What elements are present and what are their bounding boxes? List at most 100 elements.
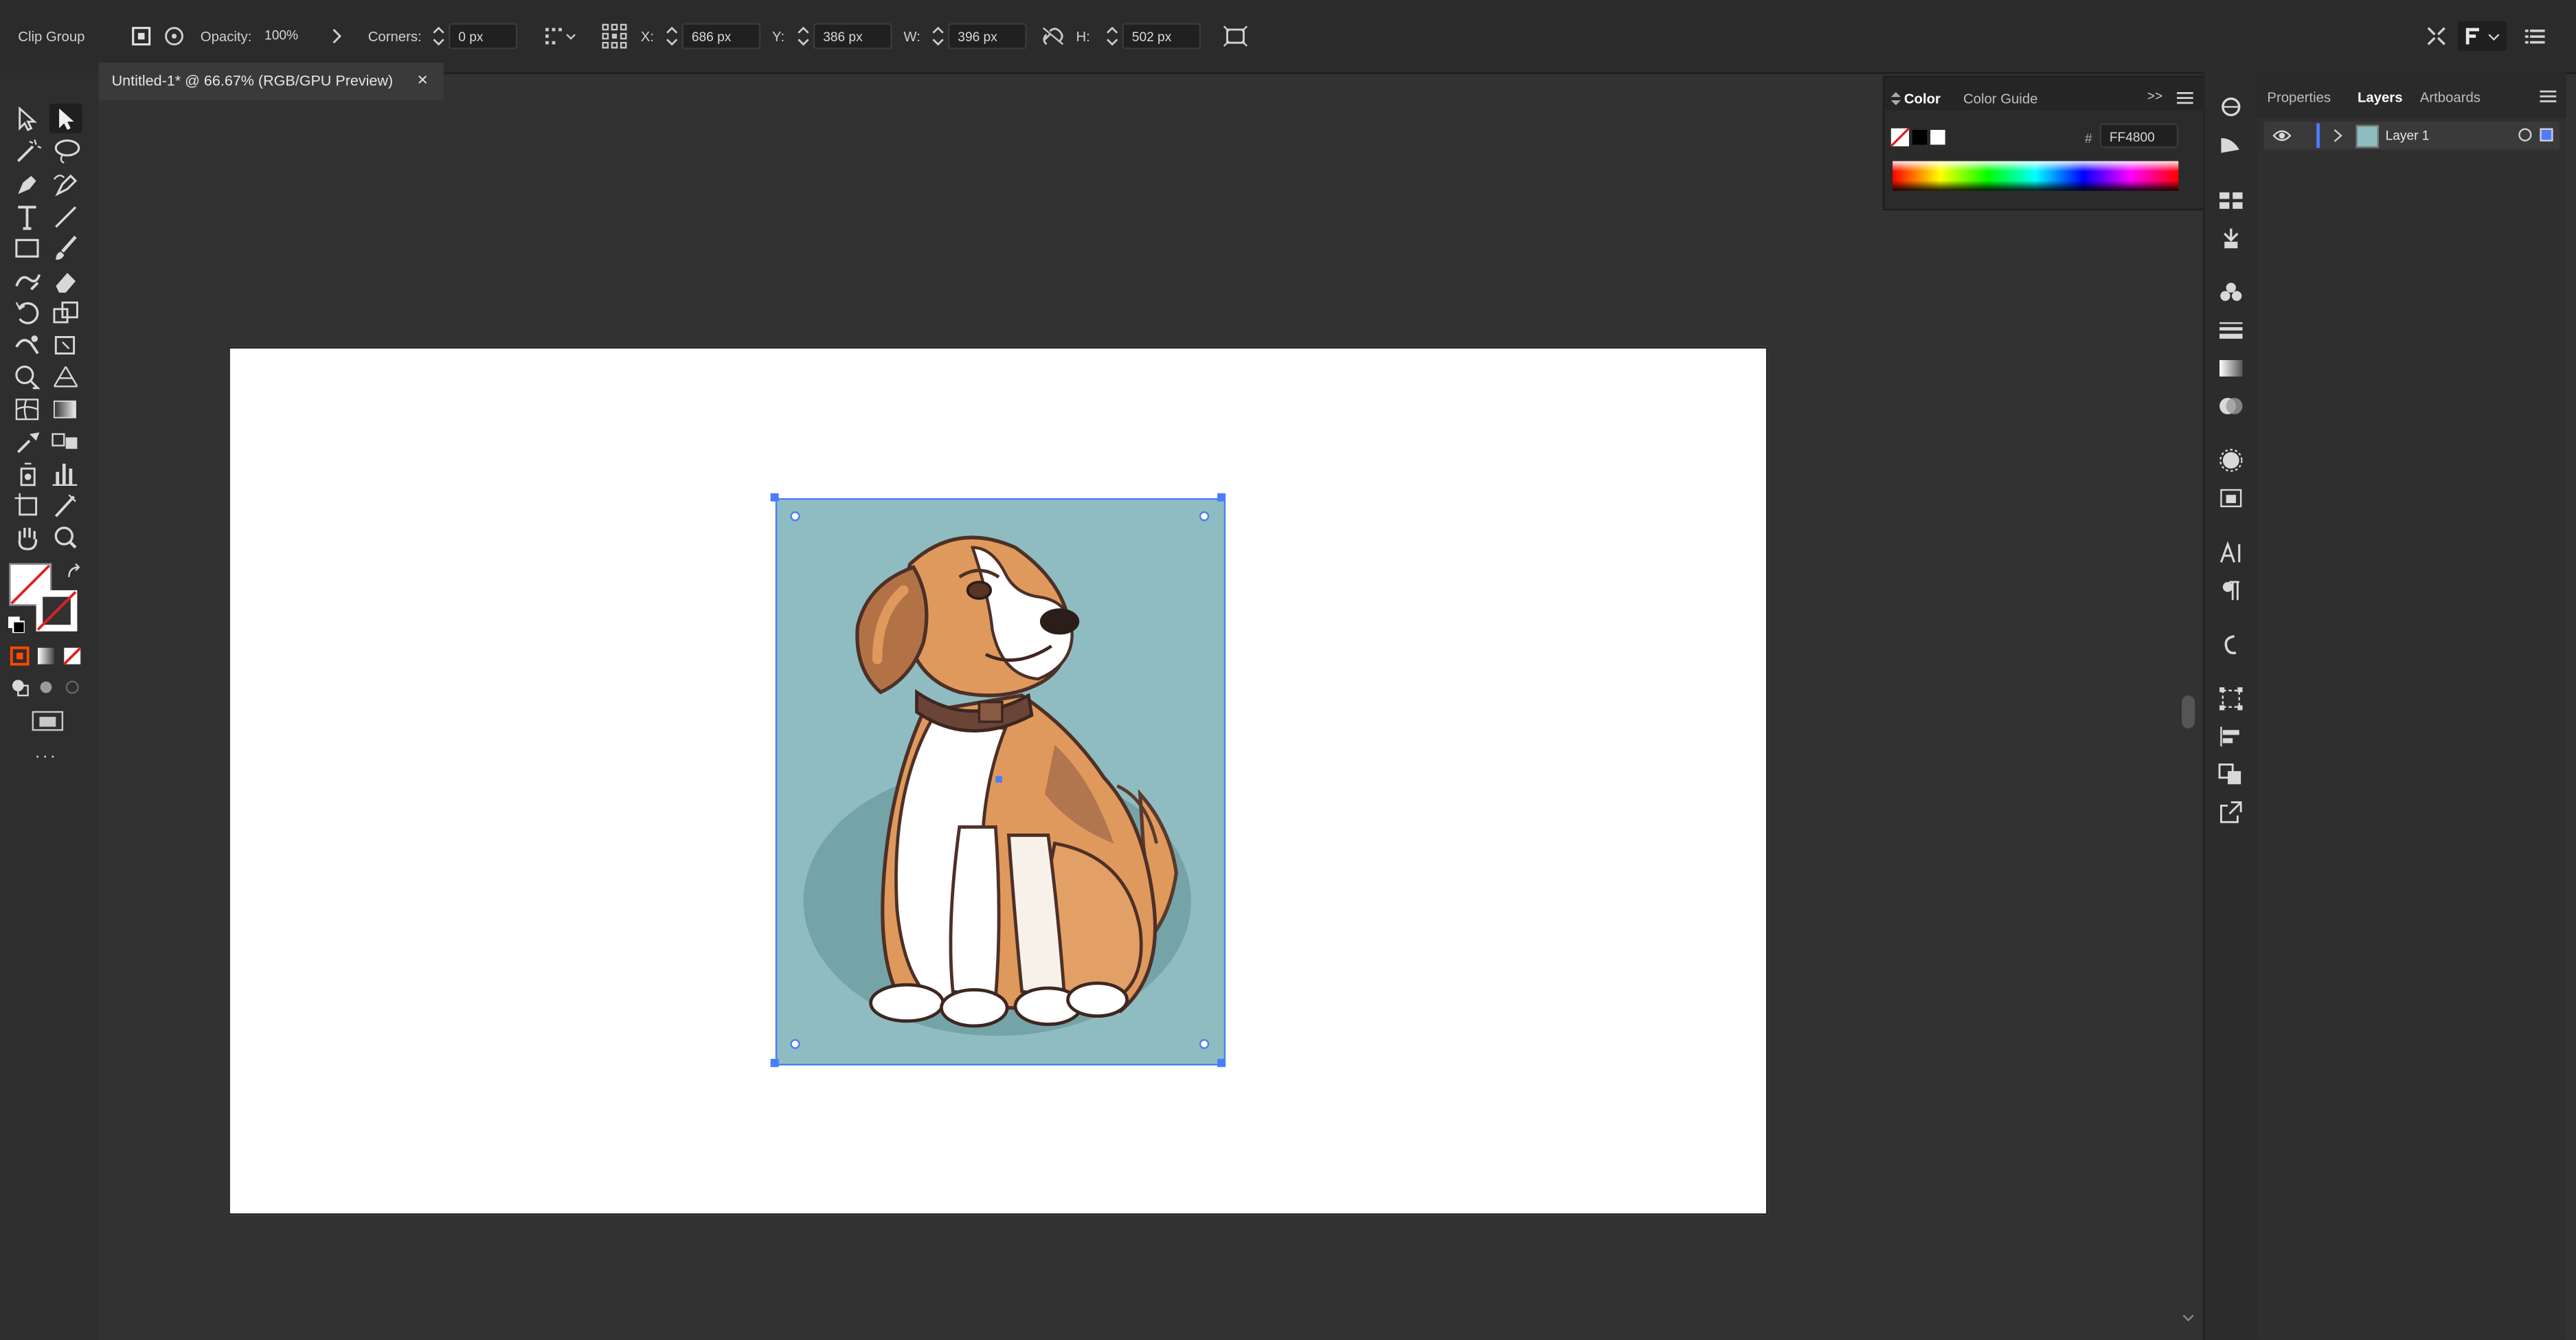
panel-menu-icon[interactable]	[2523, 25, 2546, 47]
fill-stroke-mini[interactable]	[1890, 128, 1947, 148]
perspective-grid-tool-icon[interactable]	[49, 361, 82, 391]
transparency-icon[interactable]	[2218, 394, 2244, 417]
layer-target-icon[interactable]	[2518, 128, 2532, 142]
resize-handle-bottom-left[interactable]	[770, 1058, 779, 1067]
color-mode-icon[interactable]	[10, 646, 30, 666]
x-stepper-icon[interactable]	[664, 23, 680, 49]
warp-tool-icon[interactable]	[12, 331, 45, 360]
document-tab[interactable]: Untitled-1* @ 66.67% (RGB/GPU Preview) ×	[98, 62, 444, 100]
stroke-icon[interactable]	[2218, 319, 2244, 342]
draw-normal-icon[interactable]	[10, 678, 30, 697]
workspace-switcher[interactable]	[2457, 21, 2507, 52]
h-input[interactable]: 502 px	[1122, 23, 1201, 49]
corner-widget-top-right[interactable]	[1199, 511, 1210, 522]
hand-tool-icon[interactable]	[12, 523, 45, 552]
x-input[interactable]: 686 px	[681, 23, 761, 49]
expand-layer-icon[interactable]	[2333, 129, 2342, 144]
transform-square-icon[interactable]	[130, 25, 152, 47]
tab-properties[interactable]: Properties	[2267, 89, 2331, 105]
w-input[interactable]: 396 px	[947, 23, 1027, 49]
w-stepper-icon[interactable]	[930, 23, 947, 49]
gradient-panel-icon[interactable]	[2218, 357, 2244, 379]
lasso-tool-icon[interactable]	[49, 137, 82, 166]
brushes-icon[interactable]	[2218, 227, 2244, 249]
tab-color[interactable]: Color	[1904, 91, 1941, 107]
character-icon[interactable]	[2218, 541, 2244, 563]
tab-artboards[interactable]: Artboards	[2420, 89, 2481, 105]
screen-mode-icon[interactable]	[31, 711, 64, 733]
shape-builder-tool-icon[interactable]	[12, 361, 45, 391]
pen-tool-icon[interactable]	[12, 169, 45, 199]
appearance-icon[interactable]	[2218, 449, 2244, 472]
chevron-right-icon[interactable]	[328, 26, 345, 46]
eraser-tool-icon[interactable]	[49, 267, 82, 296]
artboard-tool-icon[interactable]	[12, 490, 45, 520]
layer-name[interactable]: Layer 1	[2386, 129, 2430, 144]
y-input[interactable]: 386 px	[813, 23, 892, 49]
edit-toolbar-icon[interactable]: ···	[34, 746, 57, 766]
paragraph-icon[interactable]	[2218, 579, 2244, 601]
corner-widget-bottom-left[interactable]	[790, 1039, 800, 1049]
paintbrush-tool-icon[interactable]	[49, 234, 82, 263]
draw-behind-icon[interactable]	[36, 678, 56, 697]
symbols-icon[interactable]	[2218, 281, 2244, 304]
eyedropper-tool-icon[interactable]	[12, 426, 45, 456]
color-panel-menu-icon[interactable]	[2176, 91, 2193, 105]
arrange-documents-icon[interactable]	[2425, 25, 2448, 47]
align-options-icon[interactable]	[544, 25, 580, 47]
scale-tool-icon[interactable]	[49, 298, 82, 327]
transform-each-icon[interactable]	[1222, 25, 1248, 47]
layer-selection-indicator[interactable]	[2540, 128, 2553, 142]
tab-layers[interactable]: Layers	[2358, 89, 2403, 105]
zoom-tool-icon[interactable]	[49, 523, 82, 552]
blend-tool-icon[interactable]	[49, 426, 82, 456]
scroll-down-icon[interactable]	[2182, 1312, 2195, 1325]
hex-input[interactable]: FF4800	[2099, 123, 2179, 148]
symbol-sprayer-tool-icon[interactable]	[12, 459, 45, 489]
swap-fill-stroke-icon[interactable]	[64, 562, 84, 582]
draw-inside-icon[interactable]	[63, 678, 82, 697]
magic-wand-tool-icon[interactable]	[12, 137, 45, 166]
export-icon[interactable]	[2218, 801, 2244, 823]
corner-widget-top-left[interactable]	[790, 511, 800, 522]
rectangle-tool-icon[interactable]	[12, 234, 45, 263]
resize-handle-bottom-right[interactable]	[1217, 1058, 1226, 1067]
pathfinder-icon[interactable]	[2218, 763, 2244, 785]
slice-tool-icon[interactable]	[49, 490, 82, 520]
recolor-icon[interactable]	[163, 25, 185, 47]
mesh-tool-icon[interactable]	[12, 394, 45, 424]
selection-tool-icon[interactable]	[12, 104, 45, 133]
transform-panel-icon[interactable]	[2218, 687, 2244, 711]
opacity-field[interactable]: 100%	[256, 23, 322, 49]
layer-row[interactable]: Layer 1	[2263, 122, 2560, 150]
color-spectrum[interactable]	[1893, 161, 2179, 191]
corner-widget-bottom-right[interactable]	[1199, 1039, 1210, 1049]
resize-handle-top-left[interactable]	[770, 493, 779, 502]
swatches-icon[interactable]	[2218, 189, 2244, 212]
h-stepper-icon[interactable]	[1104, 23, 1120, 49]
none-mode-icon[interactable]	[63, 646, 82, 666]
resize-handle-top-right[interactable]	[1217, 493, 1226, 502]
tab-color-guide[interactable]: Color Guide	[1963, 91, 2037, 107]
visibility-eye-icon[interactable]	[2272, 129, 2292, 144]
curvature-tool-icon[interactable]	[49, 169, 82, 199]
default-fill-stroke-icon[interactable]	[8, 616, 25, 634]
column-graph-tool-icon[interactable]	[49, 459, 82, 489]
gradient-tool-icon[interactable]	[49, 394, 82, 424]
panel-collapse-icon[interactable]	[1890, 91, 1901, 106]
libraries-icon[interactable]	[2218, 96, 2244, 118]
layers-panel-menu-icon[interactable]	[2540, 90, 2557, 104]
corners-input[interactable]: 0 px	[448, 23, 518, 49]
reference-point-icon[interactable]	[601, 23, 627, 49]
graphic-styles-icon[interactable]	[2218, 487, 2244, 509]
type-tool-icon[interactable]	[12, 202, 45, 232]
direct-selection-tool-icon[interactable]	[49, 103, 82, 133]
gradient-mode-icon[interactable]	[36, 646, 56, 666]
close-tab-icon[interactable]: ×	[417, 71, 427, 91]
vertical-scrollbar-thumb[interactable]	[2182, 695, 2195, 728]
canvas-area[interactable]	[98, 100, 2202, 1340]
align-panel-icon[interactable]	[2218, 725, 2244, 748]
shaper-tool-icon[interactable]	[12, 267, 45, 296]
opentype-icon[interactable]	[2218, 633, 2244, 656]
line-segment-tool-icon[interactable]	[49, 202, 82, 232]
